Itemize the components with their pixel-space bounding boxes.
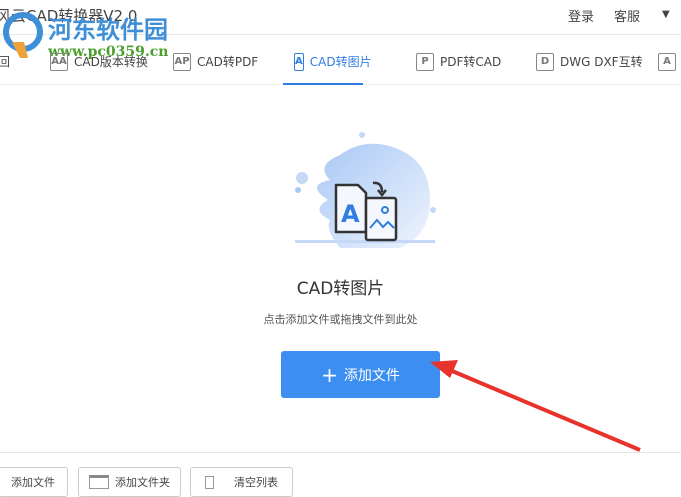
add-file-bottom-label: 添加文件 [11, 476, 55, 489]
red-arrow-annotation [430, 360, 641, 452]
trash-icon [205, 475, 214, 489]
folder-plus-icon [89, 475, 109, 489]
add-folder-button[interactable]: 添加文件夹 [78, 467, 181, 497]
add-folder-label: 添加文件夹 [115, 476, 170, 489]
bottom-toolbar: 添加文件 添加文件夹 清空列表 [0, 452, 681, 497]
clear-list-label: 清空列表 [234, 476, 278, 489]
clear-list-button[interactable]: 清空列表 [190, 467, 293, 497]
add-file-bottom-button[interactable]: 添加文件 [0, 467, 68, 497]
